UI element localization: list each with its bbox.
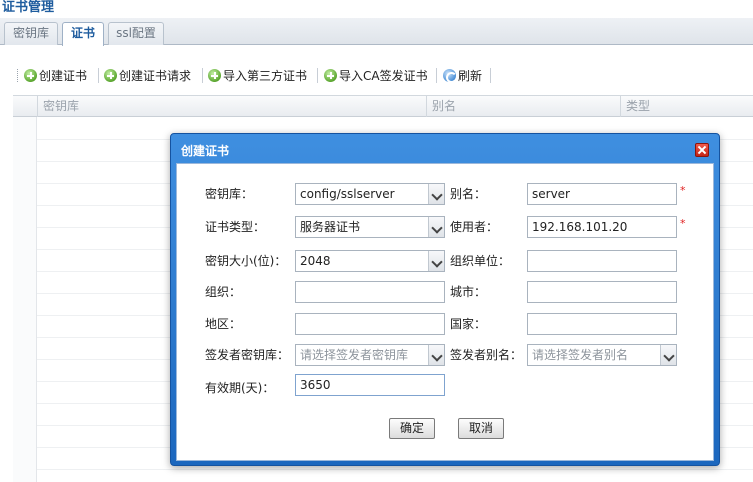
user-label: 使用者： [450,220,499,234]
toolbar-separator [436,68,437,83]
toolbar-separator [98,68,99,83]
cert-type-label: 证书类型： [205,220,266,234]
import-third-party-label: 导入第三方证书 [223,69,308,83]
create-cert-request-button[interactable]: 创建证书请求 [104,66,191,86]
import-ca-signed-button[interactable]: 导入CA签发证书 [324,66,428,86]
validity-label: 有效期(天)： [205,381,275,395]
dialog-title: 创建证书 [181,144,230,158]
chevron-down-icon[interactable] [428,345,444,365]
user-input[interactable] [527,216,677,238]
city-label: 城市： [450,285,487,299]
import-ca-signed-label: 导入CA签发证书 [339,69,428,83]
country-input[interactable] [527,313,677,335]
tab-ssl-config[interactable]: ssl配置 [108,22,164,45]
add-icon [208,69,221,82]
create-cert-label: 创建证书 [39,69,88,83]
region-input[interactable] [295,313,445,335]
validity-input[interactable] [295,374,445,396]
cancel-button[interactable]: 取消 [458,418,504,439]
keystore-value: config/sslserver [300,187,395,201]
cert-type-select[interactable]: 服务器证书 [295,216,445,238]
cert-type-value: 服务器证书 [300,220,361,234]
city-input[interactable] [527,281,677,303]
tab-certificate[interactable]: 证书 [62,22,104,46]
tab-keystore[interactable]: 密钥库 [4,22,58,45]
grid-line [13,469,753,470]
dialog-body: 密钥库： config/sslserver 别名： * 证书类型： 服务器证书 … [176,163,714,461]
toolbar-separator [202,68,203,83]
issuer-keystore-select[interactable]: 请选择签发者密钥库 [295,344,445,366]
grid-header: 密钥库 别名 类型 [13,95,753,117]
add-icon [104,69,117,82]
create-cert-request-label: 创建证书请求 [119,69,192,83]
issuer-keystore-label: 签发者密钥库： [205,348,290,362]
add-icon [324,69,337,82]
row-number-column [13,117,37,482]
toolbar-handle [17,69,19,82]
issuer-alias-label: 签发者别名： [450,348,523,362]
toolbar: 创建证书 创建证书请求 导入第三方证书 导入CA签发证书 刷新 [0,63,753,89]
region-label: 地区： [205,317,242,331]
key-size-label: 密钥大小(位)： [205,254,287,268]
column-header-alias[interactable]: 别名 [426,96,620,117]
ok-button[interactable]: 确定 [389,418,435,439]
refresh-button[interactable]: 刷新 [443,66,482,86]
alias-label: 别名： [450,187,487,201]
keystore-label: 密钥库： [205,187,254,201]
create-cert-dialog: 创建证书 密钥库： config/sslserver 别名： * 证书类型： 服… [170,133,720,466]
key-size-value: 2048 [300,254,331,268]
tab-bar: 密钥库 证书 ssl配置 [0,18,753,46]
issuer-alias-placeholder: 请选择签发者别名 [532,348,629,362]
required-mark: * [680,217,686,230]
chevron-down-icon[interactable] [428,217,444,237]
page-title: 证书管理 [2,0,55,15]
toolbar-separator [490,68,491,83]
refresh-label: 刷新 [458,69,483,83]
column-header-type[interactable]: 类型 [620,96,753,117]
refresh-icon [443,69,457,83]
org-input[interactable] [295,281,445,303]
required-mark: * [680,184,686,197]
issuer-alias-select[interactable]: 请选择签发者别名 [527,344,677,366]
toolbar-separator [317,68,318,83]
org-unit-input[interactable] [527,250,677,272]
chevron-down-icon[interactable] [660,345,676,365]
keystore-select[interactable]: config/sslserver [295,183,445,205]
column-header-keystore[interactable]: 密钥库 [37,96,427,117]
create-cert-button[interactable]: 创建证书 [24,66,87,86]
chevron-down-icon[interactable] [428,251,444,271]
add-icon [24,69,37,82]
issuer-keystore-placeholder: 请选择签发者密钥库 [300,348,409,362]
org-label: 组织： [205,285,242,299]
key-size-select[interactable]: 2048 [295,250,445,272]
alias-input[interactable] [527,183,677,205]
import-third-party-button[interactable]: 导入第三方证书 [208,66,307,86]
country-label: 国家： [450,317,487,331]
chevron-down-icon[interactable] [428,184,444,204]
org-unit-label: 组织单位： [450,254,511,268]
close-icon[interactable] [695,143,709,157]
